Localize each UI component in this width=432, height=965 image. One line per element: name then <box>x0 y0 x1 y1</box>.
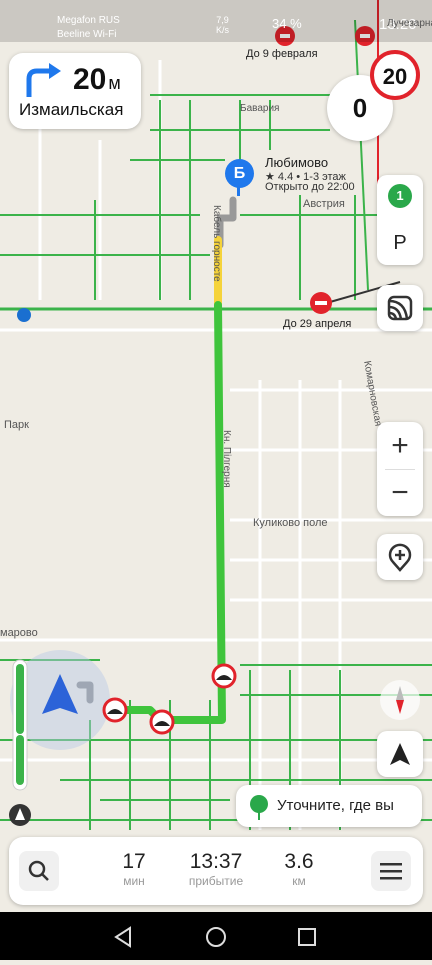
speed-bump-icon <box>211 663 237 689</box>
menu-button[interactable] <box>371 851 411 891</box>
closure-label: До 9 февраля <box>246 48 318 60</box>
speed-limit-sign: 20 <box>370 50 420 100</box>
closure-sign-icon[interactable] <box>310 292 332 314</box>
traffic-button[interactable]: 1 <box>388 184 412 208</box>
system-nav-bar <box>0 912 432 960</box>
street-label: Лучезарна <box>387 18 432 29</box>
poi-name[interactable]: Любимово <box>265 155 328 170</box>
speed-bump-icon <box>102 697 128 723</box>
trip-info-bar: 17 мин 13:37 прибытие 3.6 км <box>9 837 423 905</box>
maneuver-street: Измаильская <box>19 100 124 119</box>
navigation-arrow-icon <box>390 743 410 765</box>
poi-hours: Открыто до 22:00 <box>265 181 355 193</box>
zoom-in-button[interactable]: + <box>377 431 423 461</box>
home-icon[interactable] <box>206 927 226 947</box>
back-icon[interactable] <box>114 926 131 948</box>
location-pin-icon <box>250 795 268 820</box>
recents-icon[interactable] <box>298 928 316 946</box>
layers-button[interactable] <box>377 285 423 331</box>
maneuver-distance: 20 м <box>73 63 121 96</box>
district-label: Куликово поле <box>253 517 328 529</box>
zoom-controls: + − <box>377 422 423 516</box>
zoom-out-button[interactable]: − <box>377 478 423 508</box>
transit-icon[interactable] <box>17 308 31 322</box>
turn-right-icon <box>26 63 61 97</box>
poi-marker[interactable]: Б <box>225 159 254 188</box>
layers-icon <box>387 295 413 321</box>
trip-arrival[interactable]: 13:37 прибытие <box>176 850 256 888</box>
network-speed: 7,9 K/s <box>216 15 230 35</box>
place-label: Австрия <box>303 198 345 210</box>
compass-icon <box>396 686 404 714</box>
location-hint-card[interactable]: Уточните, где вы <box>236 785 422 827</box>
street-label: Кн. Пілгерня <box>221 430 232 488</box>
place-label: Бавария <box>240 103 280 114</box>
park-label: Парк <box>4 419 29 431</box>
pin-plus-icon <box>388 543 412 572</box>
recenter-button[interactable] <box>377 731 423 777</box>
street-label: марово <box>0 627 38 639</box>
parking-button[interactable]: P <box>377 232 423 255</box>
battery-level: 34 % <box>272 16 302 31</box>
search-icon <box>28 860 49 881</box>
carrier-info: Megafon RUS Beeline Wi-Fi <box>57 14 120 42</box>
location-hint-text: Уточните, где вы <box>277 797 394 814</box>
search-button[interactable] <box>19 851 59 891</box>
carrier-2: Beeline Wi-Fi <box>57 29 117 40</box>
closure-label: До 29 апреля <box>283 318 352 330</box>
maneuver-card[interactable]: 20 м Измаильская <box>9 53 141 129</box>
hamburger-menu-icon <box>380 863 402 880</box>
traffic-parking-panel: 1 P <box>377 175 423 265</box>
status-bar: Megafon RUS Beeline Wi-Fi 7,9 K/s 34 % 1… <box>0 0 432 42</box>
add-point-button[interactable] <box>377 534 423 580</box>
carrier-1: Megafon RUS <box>57 15 120 26</box>
trip-duration[interactable]: 17 мин <box>104 850 164 888</box>
compass-button[interactable] <box>380 680 420 720</box>
trip-distance[interactable]: 3.6 км <box>269 850 329 888</box>
speed-bump-icon <box>149 709 175 735</box>
street-label: Кабель горносте <box>211 205 222 282</box>
